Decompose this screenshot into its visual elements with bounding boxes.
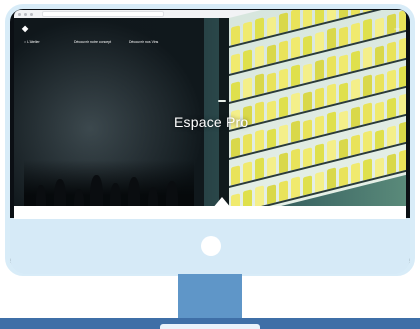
wine-bottle [255,45,264,68]
wine-bottle [363,46,372,69]
wine-bottle [315,115,324,137]
wine-bottle [351,162,360,184]
wine-bottle [255,129,264,152]
wine-bottle [279,68,288,90]
screen-bottom-strip [14,206,406,219]
scroll-down-notch-icon[interactable] [212,197,232,209]
wine-bottle [327,139,336,162]
wine-bottle [363,74,372,97]
wine-bottle [279,180,288,202]
wine-bottle [399,149,406,172]
wine-bottle [255,157,264,180]
window-dot-icon[interactable] [30,12,33,16]
wine-bottle [399,37,406,60]
wine-bottle [243,77,252,99]
wine-bottle [243,161,252,183]
wine-bottle [315,171,324,193]
wine-bottle [387,97,396,119]
wine-bottle [387,41,396,63]
wine-bottle [291,176,300,199]
nav-item-wines[interactable]: Découvrir nos Vins [129,40,158,44]
nav-item-atelier[interactable]: ○ L'Atelier [24,40,40,44]
wine-bottle [291,92,300,115]
power-button-icon [201,236,221,256]
wine-bottle [315,143,324,165]
wine-bottle [363,158,372,181]
wine-bottle [351,134,360,156]
wine-bottle [399,65,406,88]
wine-bottle [351,50,360,72]
wine-bottle [399,121,406,144]
screen: ◆ ○ L'Atelier Découvrir notre concept Dé… [14,10,406,219]
base-highlight [160,324,260,329]
site-nav: ◆ ○ L'Atelier Découvrir notre concept Dé… [14,24,406,44]
wine-bottle [243,49,252,71]
monitor-stand [178,274,242,318]
wine-bottle [327,83,336,106]
hero-title: Espace Pro [174,114,249,130]
wine-bottle [243,133,252,155]
wine-bottle [279,40,288,62]
wine-bottle [327,111,336,134]
wine-bottle [315,59,324,81]
nav-item-concept[interactable]: Découvrir notre concept [74,40,111,44]
window-dot-icon[interactable] [18,12,21,16]
wine-bottle [387,125,396,147]
wine-bottle [327,167,336,190]
hero-tag [218,100,226,102]
wine-bottle [255,73,264,96]
wine-bottle [363,130,372,153]
wine-bottle [255,185,264,208]
url-bar[interactable] [42,11,164,17]
wine-bottle [363,102,372,125]
wine-bottle [291,36,300,59]
nav-right [392,28,400,30]
wine-bottle [351,106,360,128]
wine-bottle [351,78,360,100]
wine-bottle [279,152,288,174]
wine-bottle [387,69,396,91]
window-dot-icon[interactable] [24,12,27,16]
wine-bottle [399,93,406,116]
wine-bottle [291,64,300,87]
nav-cta-button[interactable] [394,28,400,30]
wine-bottle [327,55,336,78]
site-logo[interactable]: ◆ [22,24,28,33]
wine-bottle [291,148,300,171]
wine-bottle [315,87,324,109]
wine-bottle [387,153,396,175]
